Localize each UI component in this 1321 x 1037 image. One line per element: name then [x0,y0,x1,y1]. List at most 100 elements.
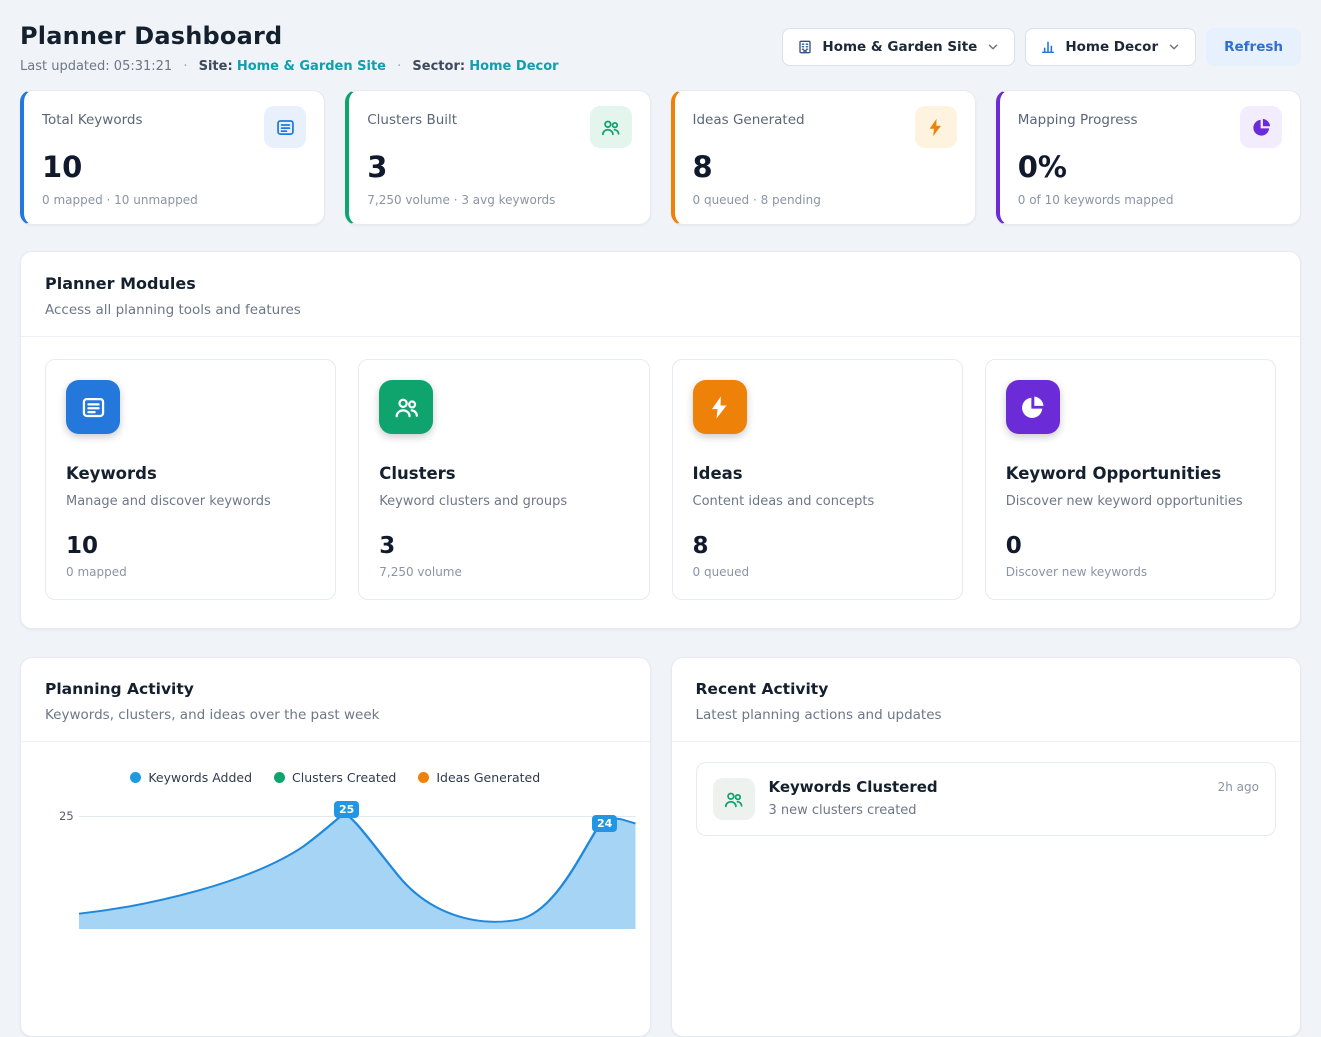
activity-icon-box [713,778,755,820]
activity-item-keywords-clustered: Keywords Clustered 3 new clusters create… [696,762,1277,836]
y-axis-tick: 25 [59,809,74,823]
bolt-icon [706,394,733,421]
stat-value: 8 [693,150,957,184]
card-title: Planning Activity [45,680,626,698]
module-card-keyword-opportunities[interactable]: Keyword Opportunities Discover new keywo… [985,359,1276,600]
stat-card-ideas-generated: Ideas Generated 8 0 queued · 8 pending [671,90,976,225]
module-title: Keywords [66,464,315,483]
chevron-down-icon [986,40,1000,54]
module-icon-box [1006,380,1060,434]
planning-activity-card: Planning Activity Keywords, clusters, an… [20,657,651,1037]
module-detail: 0 queued [693,565,942,579]
planner-modules-panel: Planner Modules Access all planning tool… [20,251,1301,629]
meta-separator: · [397,59,401,74]
meta-separator: · [183,59,187,74]
stat-value: 0% [1018,150,1282,184]
module-card-keywords[interactable]: Keywords Manage and discover keywords 10… [45,359,336,600]
stat-value: 10 [42,150,306,184]
activity-timestamp: 2h ago [1218,778,1259,794]
module-icon-box [66,380,120,434]
stat-icon-box [915,106,957,148]
legend-label: Ideas Generated [436,770,540,785]
sector-link[interactable]: Home Decor [469,59,558,74]
stat-value: 3 [367,150,631,184]
chart-legend: Keywords Added Clusters Created Ideas Ge… [21,770,650,785]
module-value: 10 [66,533,315,559]
planner-dashboard-page: Planner Dashboard Last updated: 05:31:21… [0,0,1321,1037]
site-label: Site: [199,59,233,74]
building-icon [797,39,813,55]
site-selector-label: Home & Garden Site [822,39,977,55]
point-label-25: 25 [334,801,359,818]
header-meta: Last updated: 05:31:21 · Site: Home & Ga… [20,59,559,74]
bolt-icon [925,117,946,138]
legend-dot-orange [418,772,429,783]
pie-chart-icon [1251,117,1272,138]
module-value: 0 [1006,533,1255,559]
legend-dot-blue [130,772,141,783]
sector-label: Sector: [412,59,465,74]
sector-selector-label: Home Decor [1065,39,1158,55]
bottom-row: Planning Activity Keywords, clusters, an… [20,657,1301,1037]
site-selector[interactable]: Home & Garden Site [782,28,1015,66]
module-description: Discover new keyword opportunities [1006,494,1255,509]
module-detail: 0 mapped [66,565,315,579]
card-title: Recent Activity [696,680,1277,698]
stat-detail: 0 queued · 8 pending [693,193,957,207]
header-controls: Home & Garden Site Home Decor Refresh [782,28,1301,66]
module-icon-box [379,380,433,434]
stat-card-total-keywords: Total Keywords 10 0 mapped · 10 unmapped [20,90,325,225]
stat-card-mapping-progress: Mapping Progress 0% 0 of 10 keywords map… [996,90,1301,225]
users-icon [393,394,420,421]
legend-dot-green [274,772,285,783]
users-icon [600,117,621,138]
module-detail: 7,250 volume [379,565,628,579]
activity-title: Keywords Clustered [769,778,938,796]
module-card-clusters[interactable]: Clusters Keyword clusters and groups 3 7… [358,359,649,600]
page-title: Planner Dashboard [20,22,559,50]
legend-item-ideas-generated: Ideas Generated [418,770,540,785]
document-icon [80,394,107,421]
stat-detail: 0 mapped · 10 unmapped [42,193,306,207]
activity-body: Keywords Clustered 3 new clusters create… [769,778,938,818]
module-detail: Discover new keywords [1006,565,1255,579]
module-title: Keyword Opportunities [1006,464,1255,483]
module-icon-box [693,380,747,434]
stat-label: Mapping Progress [1018,106,1138,128]
stat-label: Ideas Generated [693,106,805,128]
document-icon [275,117,296,138]
stat-card-clusters-built: Clusters Built 3 7,250 volume · 3 avg ke… [345,90,650,225]
stat-cards-row: Total Keywords 10 0 mapped · 10 unmapped… [20,90,1301,225]
point-label-24: 24 [592,815,617,832]
users-icon [723,789,744,810]
page-header: Planner Dashboard Last updated: 05:31:21… [20,18,1301,74]
modules-grid: Keywords Manage and discover keywords 10… [21,337,1300,628]
module-description: Manage and discover keywords [66,494,315,509]
legend-item-keywords-added: Keywords Added [130,770,252,785]
module-card-ideas[interactable]: Ideas Content ideas and concepts 8 0 que… [672,359,963,600]
activity-description: 3 new clusters created [769,803,938,818]
stat-icon-box [590,106,632,148]
recent-activity-header: Recent Activity Latest planning actions … [672,658,1301,741]
stat-detail: 7,250 volume · 3 avg keywords [367,193,631,207]
refresh-button[interactable]: Refresh [1206,28,1301,66]
stat-label: Clusters Built [367,106,457,128]
stat-icon-box [1240,106,1282,148]
module-title: Ideas [693,464,942,483]
module-description: Content ideas and concepts [693,494,942,509]
card-subtitle: Keywords, clusters, and ideas over the p… [45,707,626,723]
card-subtitle: Latest planning actions and updates [696,707,1277,723]
legend-item-clusters-created: Clusters Created [274,770,396,785]
legend-label: Clusters Created [292,770,396,785]
activity-area-chart: 25 25 24 [21,799,650,929]
panel-title: Planner Modules [45,274,1276,293]
bar-chart-icon [1040,39,1056,55]
module-value: 8 [693,533,942,559]
stat-detail: 0 of 10 keywords mapped [1018,193,1282,207]
planner-modules-header: Planner Modules Access all planning tool… [21,252,1300,336]
panel-subtitle: Access all planning tools and features [45,302,1276,318]
divider [21,741,650,742]
sector-selector[interactable]: Home Decor [1025,28,1196,66]
last-updated-label: Last updated: [20,59,110,74]
site-link[interactable]: Home & Garden Site [237,59,386,74]
